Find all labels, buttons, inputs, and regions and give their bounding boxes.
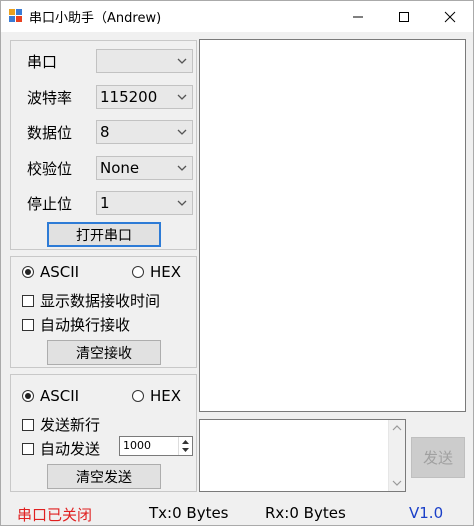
maximize-button[interactable]: [381, 1, 427, 32]
send-newline-label: 发送新行: [40, 416, 101, 434]
scroll-down-icon[interactable]: [392, 479, 402, 487]
port-select[interactable]: [96, 49, 193, 73]
stepper-down-icon[interactable]: [179, 446, 192, 455]
chevron-down-icon: [177, 129, 187, 135]
receive-hex-radio[interactable]: HEX: [132, 263, 181, 281]
auto-newline-label: 自动换行接收: [40, 316, 131, 334]
databits-select[interactable]: 8: [96, 120, 193, 144]
send-hex-label: HEX: [150, 387, 182, 405]
radio-unselected-icon: [132, 390, 144, 402]
tx-count: Tx:0 Bytes: [149, 504, 229, 522]
checkbox-icon: [22, 294, 34, 307]
port-status: 串口已关闭: [17, 506, 93, 524]
checkbox-icon: [22, 318, 34, 331]
receive-hex-label: HEX: [150, 263, 182, 281]
checkbox-icon: [22, 418, 34, 431]
port-label: 串口: [27, 53, 58, 71]
send-scrollbar[interactable]: [388, 420, 405, 491]
auto-newline-checkbox[interactable]: 自动换行接收: [22, 314, 130, 335]
parity-select[interactable]: None: [96, 156, 193, 180]
databits-label: 数据位: [27, 124, 73, 142]
status-bar: 串口已关闭 Tx:0 Bytes Rx:0 Bytes V1.0: [1, 498, 474, 526]
baud-value: 115200: [100, 88, 158, 106]
version-label: V1.0: [409, 504, 444, 522]
app-window: 串口小助手（Andrew) 串口 波特率 115200 数据位 8 校验位 No…: [0, 0, 474, 526]
send-newline-checkbox[interactable]: 发送新行: [22, 414, 100, 435]
receive-ascii-radio[interactable]: ASCII: [22, 263, 79, 281]
clear-receive-button[interactable]: 清空接收: [47, 340, 161, 365]
minimize-button[interactable]: [335, 1, 381, 32]
open-port-button[interactable]: 打开串口: [47, 222, 161, 247]
stopbits-select[interactable]: 1: [96, 191, 193, 215]
receive-ascii-label: ASCII: [40, 263, 80, 281]
chevron-down-icon: [177, 165, 187, 171]
minimize-icon: [353, 16, 363, 17]
radio-selected-icon: [22, 266, 34, 278]
checkbox-icon: [22, 442, 34, 455]
show-time-label: 显示数据接收时间: [40, 292, 161, 310]
close-icon: [444, 11, 456, 22]
stepper-arrows[interactable]: [178, 437, 192, 455]
send-button[interactable]: 发送: [411, 437, 465, 478]
maximize-icon: [399, 11, 409, 22]
radio-selected-icon: [22, 390, 34, 402]
send-textarea[interactable]: [199, 419, 406, 492]
parity-label: 校验位: [27, 160, 73, 178]
radio-unselected-icon: [132, 266, 144, 278]
window-title: 串口小助手（Andrew): [29, 11, 162, 26]
auto-send-checkbox[interactable]: 自动发送: [22, 438, 100, 459]
interval-value: 1000: [123, 439, 151, 452]
databits-value: 8: [100, 123, 110, 141]
chevron-down-icon: [177, 94, 187, 100]
send-hex-radio[interactable]: HEX: [132, 387, 181, 405]
parity-value: None: [100, 159, 140, 177]
clear-send-button[interactable]: 清空发送: [47, 464, 161, 489]
app-icon: [9, 9, 23, 23]
auto-send-label: 自动发送: [40, 440, 101, 458]
stopbits-label: 停止位: [27, 195, 73, 213]
stepper-up-icon[interactable]: [179, 437, 192, 446]
send-ascii-label: ASCII: [40, 387, 80, 405]
show-time-checkbox[interactable]: 显示数据接收时间: [22, 290, 160, 311]
receive-textarea[interactable]: [199, 39, 466, 412]
rx-count: Rx:0 Bytes: [265, 504, 346, 522]
send-ascii-radio[interactable]: ASCII: [22, 387, 79, 405]
stopbits-value: 1: [100, 194, 110, 212]
auto-send-interval-stepper[interactable]: 1000: [119, 436, 193, 456]
baud-label: 波特率: [27, 89, 73, 107]
chevron-down-icon: [177, 58, 187, 64]
scroll-up-icon[interactable]: [392, 424, 402, 432]
baud-select[interactable]: 115200: [96, 85, 193, 109]
close-button[interactable]: [427, 1, 473, 32]
chevron-down-icon: [177, 200, 187, 206]
title-bar[interactable]: 串口小助手（Andrew): [1, 1, 473, 32]
